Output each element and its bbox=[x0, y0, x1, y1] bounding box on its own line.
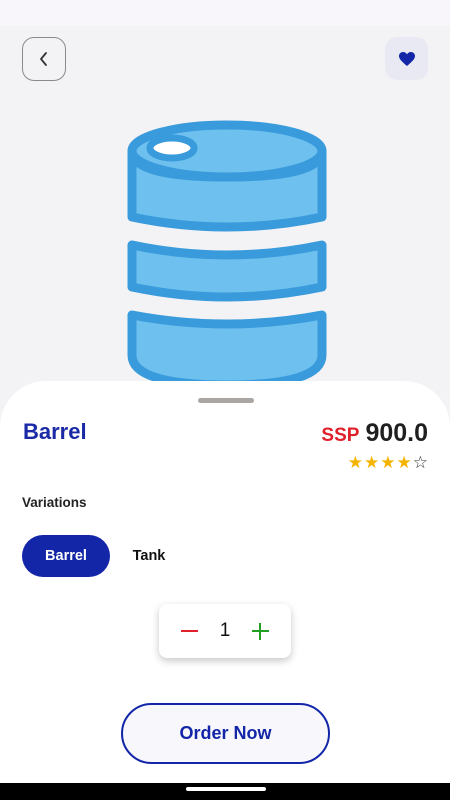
variation-option-tank[interactable]: Tank bbox=[118, 535, 180, 577]
back-button[interactable] bbox=[22, 37, 66, 81]
drag-handle[interactable] bbox=[198, 398, 254, 403]
quantity-value: 1 bbox=[219, 620, 231, 641]
favorite-button[interactable] bbox=[385, 37, 428, 80]
variation-option-barrel[interactable]: Barrel bbox=[22, 535, 110, 577]
rating-stars: ★ ★ ★ ★ ☆ bbox=[348, 454, 428, 472]
chevron-left-icon bbox=[40, 52, 47, 66]
status-bar bbox=[0, 0, 450, 26]
price-amount: 900.0 bbox=[365, 419, 428, 447]
star-filled-icon: ★ bbox=[364, 453, 380, 472]
barrel-icon bbox=[127, 120, 327, 390]
heart-icon bbox=[398, 51, 415, 66]
star-filled-icon: ★ bbox=[396, 453, 412, 472]
price-currency: SSP bbox=[321, 425, 360, 446]
star-filled-icon: ★ bbox=[380, 453, 396, 472]
star-empty-icon: ☆ bbox=[412, 453, 428, 472]
order-now-button[interactable]: Order Now bbox=[121, 703, 330, 764]
home-indicator[interactable] bbox=[186, 787, 266, 791]
quantity-stepper: 1 bbox=[159, 604, 291, 658]
star-filled-icon: ★ bbox=[347, 453, 363, 472]
variations-label: Variations bbox=[22, 495, 87, 510]
plus-icon[interactable] bbox=[251, 622, 269, 640]
system-nav-bar bbox=[0, 783, 450, 800]
product-details-sheet: Barrel SSP 900.0 ★ ★ ★ ★ ☆ Variations Barrel… bbox=[0, 381, 450, 783]
product-title: Barrel bbox=[23, 419, 87, 444]
product-price: SSP 900.0 bbox=[321, 419, 428, 448]
minus-icon[interactable] bbox=[181, 623, 198, 640]
